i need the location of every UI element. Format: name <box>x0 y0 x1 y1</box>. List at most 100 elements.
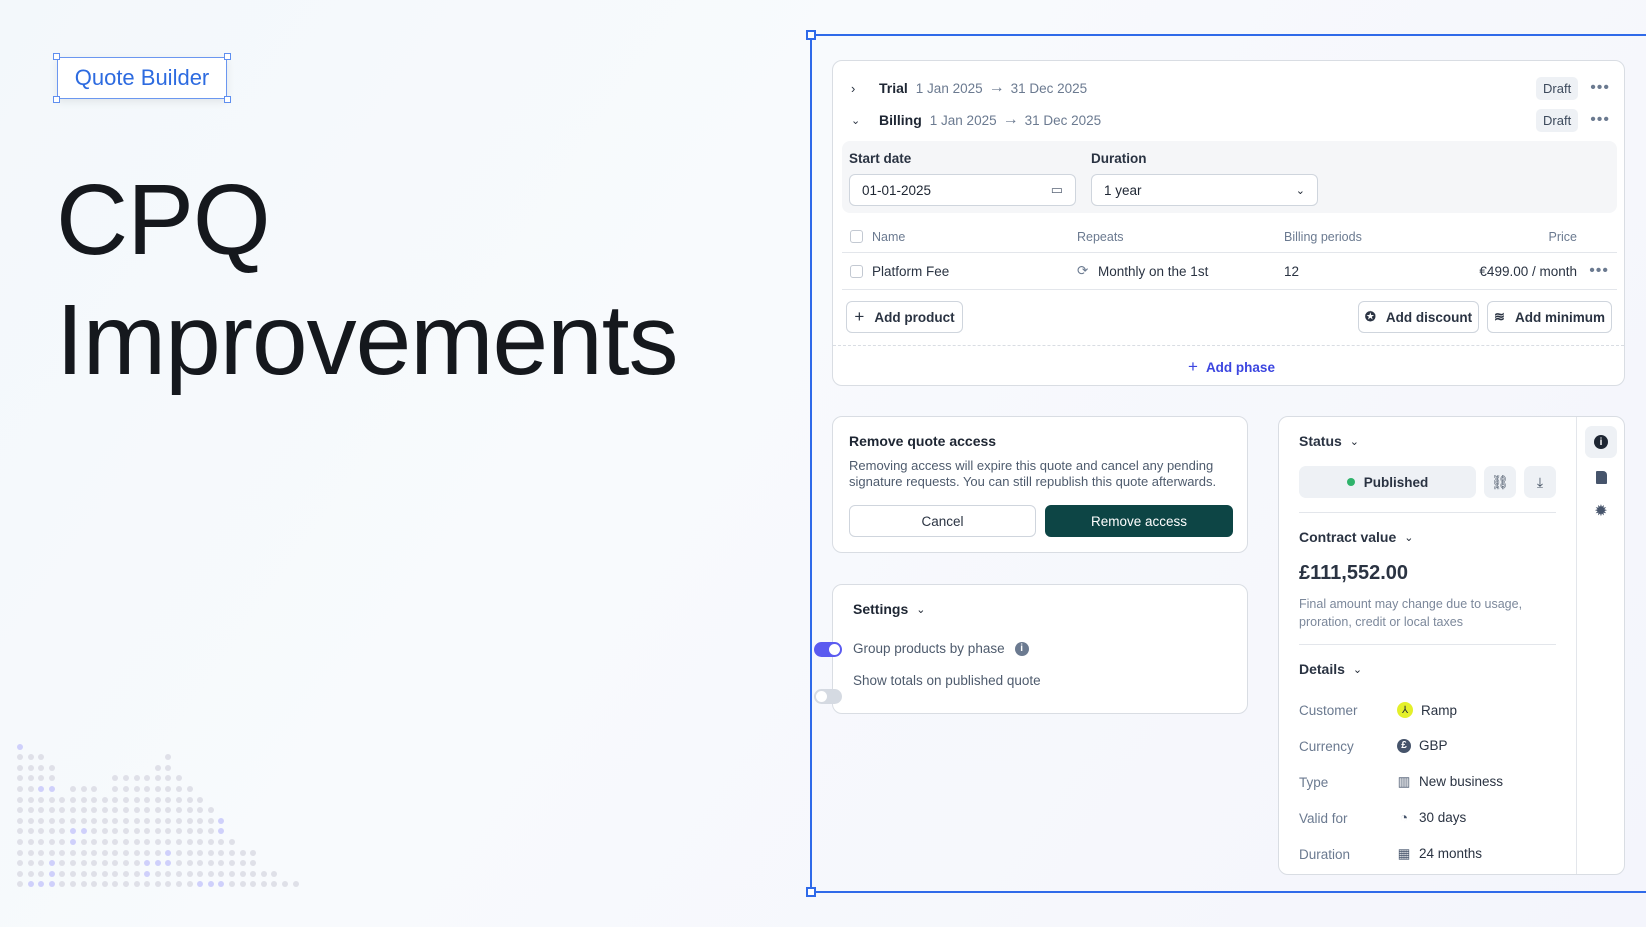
download-button[interactable]: ⤓ <box>1524 466 1556 498</box>
toggle-knob <box>829 644 840 655</box>
contract-header[interactable]: Contract value ⌄ <box>1299 529 1413 545</box>
group-products-toggle[interactable] <box>814 642 842 657</box>
table-row[interactable]: Platform Fee ⟳ Monthly on the 1st 12 €49… <box>842 254 1617 290</box>
phase-row-billing[interactable]: ⌄ Billing 1 Jan 2025 → 31 Dec 2025 Draft… <box>851 107 1610 133</box>
decorative-dot <box>144 796 151 803</box>
more-icon[interactable]: ••• <box>1590 111 1610 129</box>
contract-title: Contract value <box>1299 529 1397 545</box>
chevron-down-icon: ⌄ <box>916 603 926 616</box>
decorative-dot <box>112 775 119 782</box>
status-header[interactable]: Status ⌄ <box>1299 433 1359 449</box>
decorative-dot <box>144 839 151 845</box>
decorative-dot <box>229 870 235 877</box>
settings-header[interactable]: Settings ⌄ <box>853 601 925 617</box>
decorative-dot <box>186 817 193 824</box>
decorative-dot <box>38 881 45 888</box>
decorative-dot <box>48 870 55 877</box>
arrow-right-icon: → <box>1002 111 1019 128</box>
duration-value: 1 year <box>1104 182 1142 198</box>
decorative-dot <box>38 764 45 771</box>
document-tab[interactable] <box>1585 461 1617 493</box>
decorative-dot <box>197 881 204 888</box>
phase-row-trial[interactable]: › Trial 1 Jan 2025 → 31 Dec 2025 Draft •… <box>851 75 1610 101</box>
decorative-dot <box>70 849 76 856</box>
billing-form: Start date 01-01-2025 ▭ Duration 1 year … <box>842 141 1617 213</box>
decorative-dot <box>17 839 23 845</box>
info-icon[interactable]: i <box>1014 641 1029 656</box>
resize-handle[interactable] <box>224 53 231 60</box>
remove-access-button[interactable]: Remove access <box>1045 505 1233 537</box>
add-phase-button[interactable]: + Add phase <box>1188 357 1275 377</box>
details-header[interactable]: Details ⌄ <box>1299 661 1362 677</box>
decorative-dot <box>218 849 225 856</box>
column-header: Repeats <box>1077 230 1124 244</box>
resize-handle[interactable] <box>53 96 60 103</box>
decorative-dot <box>260 870 267 877</box>
decorative-dot <box>165 775 172 782</box>
decorative-dot <box>133 860 140 867</box>
phase-start: 1 Jan 2025 <box>929 112 997 128</box>
settings-tab[interactable]: ✹ <box>1585 495 1617 527</box>
chevron-down-icon[interactable]: ⌄ <box>851 114 873 127</box>
frame-handle[interactable] <box>806 887 816 897</box>
decorative-dot <box>176 775 182 782</box>
selection-frame-left <box>810 34 812 892</box>
more-icon[interactable]: ••• <box>1590 79 1610 97</box>
decorative-dot <box>165 870 172 877</box>
start-date-input[interactable]: 01-01-2025 ▭ <box>849 174 1076 206</box>
decorative-dot <box>144 807 151 814</box>
decorative-dot <box>70 817 76 824</box>
decorative-dot <box>154 817 161 824</box>
cancel-button[interactable]: Cancel <box>849 505 1036 537</box>
frame-handle[interactable] <box>806 30 816 40</box>
decorative-dot <box>17 817 23 824</box>
decorative-dot <box>229 839 235 845</box>
hero-title-line2: Improvements <box>56 284 679 396</box>
decorative-dot <box>101 860 108 867</box>
details-title: Details <box>1299 661 1345 677</box>
decorative-dot <box>197 807 204 814</box>
dialog-title: Remove quote access <box>849 433 997 449</box>
resize-handle[interactable] <box>53 53 60 60</box>
decorative-dot <box>207 817 214 824</box>
selection-frame-bottom <box>810 891 1646 893</box>
decorative-dot <box>70 796 76 803</box>
show-totals-toggle[interactable] <box>814 689 842 704</box>
resize-handle[interactable] <box>224 96 231 103</box>
decorative-dot <box>38 849 45 856</box>
decorative-dot <box>70 860 76 867</box>
decorative-dot <box>292 881 299 888</box>
add-minimum-button[interactable]: ≋ Add minimum <box>1487 301 1612 333</box>
status-dot-icon <box>1346 478 1355 486</box>
add-product-button[interactable]: + Add product <box>846 301 963 333</box>
duration-select[interactable]: 1 year ⌄ <box>1091 174 1318 206</box>
decorative-dot <box>207 849 214 856</box>
row-checkbox[interactable] <box>850 265 863 278</box>
decorative-dot <box>112 839 119 845</box>
hero-title: CPQ Improvements <box>56 160 679 400</box>
copy-link-button[interactable]: ⛓ <box>1484 466 1516 498</box>
chevron-right-icon[interactable]: › <box>851 81 873 96</box>
decorative-dot <box>229 881 235 888</box>
product-name: Platform Fee <box>872 264 950 279</box>
settings-title: Settings <box>853 601 909 617</box>
decorative-dot <box>91 849 98 856</box>
decorative-dot <box>80 849 87 856</box>
decorative-dot <box>197 860 204 867</box>
decorative-dot <box>38 828 45 835</box>
decorative-dot <box>154 881 161 888</box>
more-icon[interactable]: ••• <box>1589 262 1609 280</box>
remove-access-label: Remove access <box>1090 513 1188 529</box>
decorative-dot <box>17 860 23 867</box>
decorative-dot <box>17 881 23 888</box>
status-published[interactable]: Published <box>1299 466 1476 498</box>
contract-value: £111,552.00 <box>1299 562 1409 584</box>
decorative-dot <box>176 839 182 845</box>
arrow-right-icon: → <box>988 79 1005 96</box>
decorative-dot <box>154 807 161 814</box>
add-discount-button[interactable]: ✪ Add discount <box>1358 301 1479 333</box>
calendar-icon[interactable]: ▭ <box>1051 182 1063 198</box>
info-tab[interactable]: i <box>1585 426 1617 458</box>
start-date-value: 01-01-2025 <box>862 182 932 198</box>
select-all-checkbox[interactable] <box>850 230 863 243</box>
